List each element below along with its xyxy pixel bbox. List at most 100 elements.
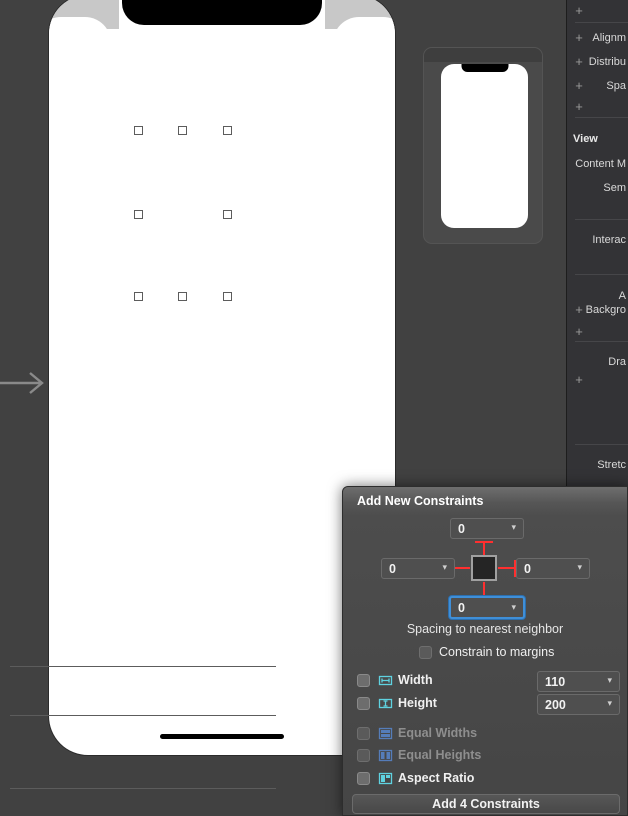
chevron-down-icon: ▾ [511, 522, 516, 532]
spacing-left-value: 0 [389, 561, 396, 576]
handle-middle-left[interactable] [134, 210, 143, 219]
constrain-to-margins-label: Constrain to margins [439, 645, 555, 659]
equal-heights-icon [378, 748, 393, 763]
device-corner-mask-right [333, 17, 395, 57]
sidebar-row-content-mode[interactable]: Content M [567, 155, 628, 173]
sidebar-row-spacing-label: Spa [606, 80, 626, 92]
width-checkbox[interactable] [357, 674, 370, 687]
device-corner-mask-left [49, 17, 111, 57]
spacing-left-combo[interactable]: 0 ▾ [381, 558, 455, 579]
mini-device-screen [441, 64, 528, 228]
xcode-interface-builder: + + Alignm + Distribu + Spa + View Content M Sem In… [0, 0, 628, 816]
sidebar-header-view-label: View [573, 133, 598, 145]
spacing-caption: Spacing to nearest neighbor [406, 622, 564, 636]
spacing-top-combo[interactable]: 0 ▾ [450, 518, 524, 539]
sidebar-row-distribution[interactable]: + Distribu [567, 53, 628, 71]
spacing-top-value: 0 [458, 521, 465, 536]
sidebar-divider-2 [575, 219, 628, 220]
chevron-down-icon: ▾ [442, 562, 447, 572]
sidebar-row-interaction-label: Interac [592, 234, 626, 246]
sidebar-divider-5 [575, 444, 628, 445]
sidebar-divider-0 [575, 22, 628, 23]
popover-divider-1 [10, 666, 276, 667]
sidebar-row-alignment-label: Alignm [592, 32, 626, 44]
chevron-down-icon: ▾ [607, 675, 612, 685]
home-indicator [160, 734, 284, 739]
handle-top-left[interactable] [134, 126, 143, 135]
spacing-bottom-combo[interactable]: 0 ▾ [449, 596, 525, 619]
spacing-right-combo[interactable]: 0 ▾ [516, 558, 590, 579]
handle-top-center[interactable] [178, 126, 187, 135]
popover-divider-2 [10, 715, 276, 716]
chevron-down-icon: ▾ [577, 562, 582, 572]
device-notch [122, 0, 322, 25]
equal-widths-checkbox [357, 727, 370, 740]
popover-title: Add New Constraints [357, 494, 484, 508]
chevron-down-icon: ▾ [511, 602, 516, 612]
width-constraint-icon [378, 673, 393, 688]
height-checkbox[interactable] [357, 697, 370, 710]
handle-middle-right[interactable] [223, 210, 232, 219]
sidebar-row-add-bg[interactable]: + [567, 323, 628, 341]
arrow-right-icon [0, 372, 44, 394]
sidebar-row-drawing-label: Dra [608, 356, 626, 368]
sidebar-row-add-drawing[interactable]: + [567, 371, 628, 389]
sidebar-row-background-label: Backgro [585, 304, 626, 316]
sidebar-row-semantic-label: Sem [603, 182, 626, 194]
plus-icon[interactable]: + [573, 77, 585, 95]
equal-heights-checkbox [357, 749, 370, 762]
handle-bottom-center[interactable] [178, 292, 187, 301]
equal-widths-icon [378, 726, 393, 741]
sidebar-row-stretching[interactable]: Stretc [567, 456, 628, 474]
spacing-right-value: 0 [524, 561, 531, 576]
sidebar-divider-4 [575, 341, 628, 342]
plus-icon[interactable]: + [573, 323, 585, 341]
add-constraints-button[interactable]: Add 4 Constraints [352, 794, 620, 814]
mini-device-preview[interactable] [423, 47, 543, 244]
plus-icon[interactable]: + [573, 301, 585, 319]
width-value: 110 [545, 674, 566, 689]
sidebar-row-drawing[interactable]: Dra [567, 353, 628, 371]
plus-icon[interactable]: + [573, 98, 585, 116]
plus-icon[interactable]: + [573, 2, 585, 20]
height-label: Height [398, 696, 437, 710]
sidebar-row-semantic[interactable]: Sem [567, 179, 628, 197]
constrain-to-margins-checkbox[interactable] [419, 645, 432, 659]
width-value-combo[interactable]: 110 ▾ [537, 671, 620, 692]
popover-divider-3 [10, 788, 276, 789]
chevron-down-icon: ▾ [607, 698, 612, 708]
handle-top-right[interactable] [223, 126, 232, 135]
sidebar-row-interaction[interactable]: Interac [567, 231, 628, 249]
sidebar-row-add-more[interactable]: + [567, 98, 628, 116]
width-label: Width [398, 673, 433, 687]
sidebar-divider-1 [575, 117, 628, 118]
aspect-ratio-label: Aspect Ratio [398, 771, 475, 785]
height-constraint-icon [378, 696, 393, 711]
equal-heights-label: Equal Heights [398, 748, 482, 762]
plus-icon[interactable]: + [573, 53, 585, 71]
handle-bottom-right[interactable] [223, 292, 232, 301]
sidebar-row-content-mode-label: Content M [575, 158, 626, 170]
sidebar-row-spacing[interactable]: + Spa [567, 77, 628, 95]
plus-icon[interactable]: + [573, 371, 585, 389]
sidebar-row-background[interactable]: + Backgro [567, 301, 628, 319]
handle-bottom-left[interactable] [134, 292, 143, 301]
plus-icon[interactable]: + [573, 29, 585, 47]
constrain-to-margins-row[interactable]: Constrain to margins [419, 645, 554, 659]
aspect-ratio-icon [378, 771, 393, 786]
sidebar-header-view[interactable]: View [567, 130, 628, 148]
sidebar-row-add-top[interactable]: + [567, 2, 628, 20]
height-value-combo[interactable]: 200 ▾ [537, 694, 620, 715]
aspect-ratio-checkbox[interactable] [357, 772, 370, 785]
device-notch [461, 64, 508, 72]
mini-preview-titlebar [424, 48, 542, 62]
sidebar-row-alignment[interactable]: + Alignm [567, 29, 628, 47]
sidebar-row-distribution-label: Distribu [588, 56, 626, 68]
height-value: 200 [545, 697, 566, 712]
add-constraints-button-label: Add 4 Constraints [432, 797, 540, 811]
constraint-bar-top-cap [475, 541, 493, 543]
sidebar-divider-3 [575, 274, 628, 275]
equal-widths-label: Equal Widths [398, 726, 478, 740]
sidebar-row-stretching-label: Stretc [597, 459, 626, 471]
selected-view-box[interactable] [471, 555, 497, 581]
